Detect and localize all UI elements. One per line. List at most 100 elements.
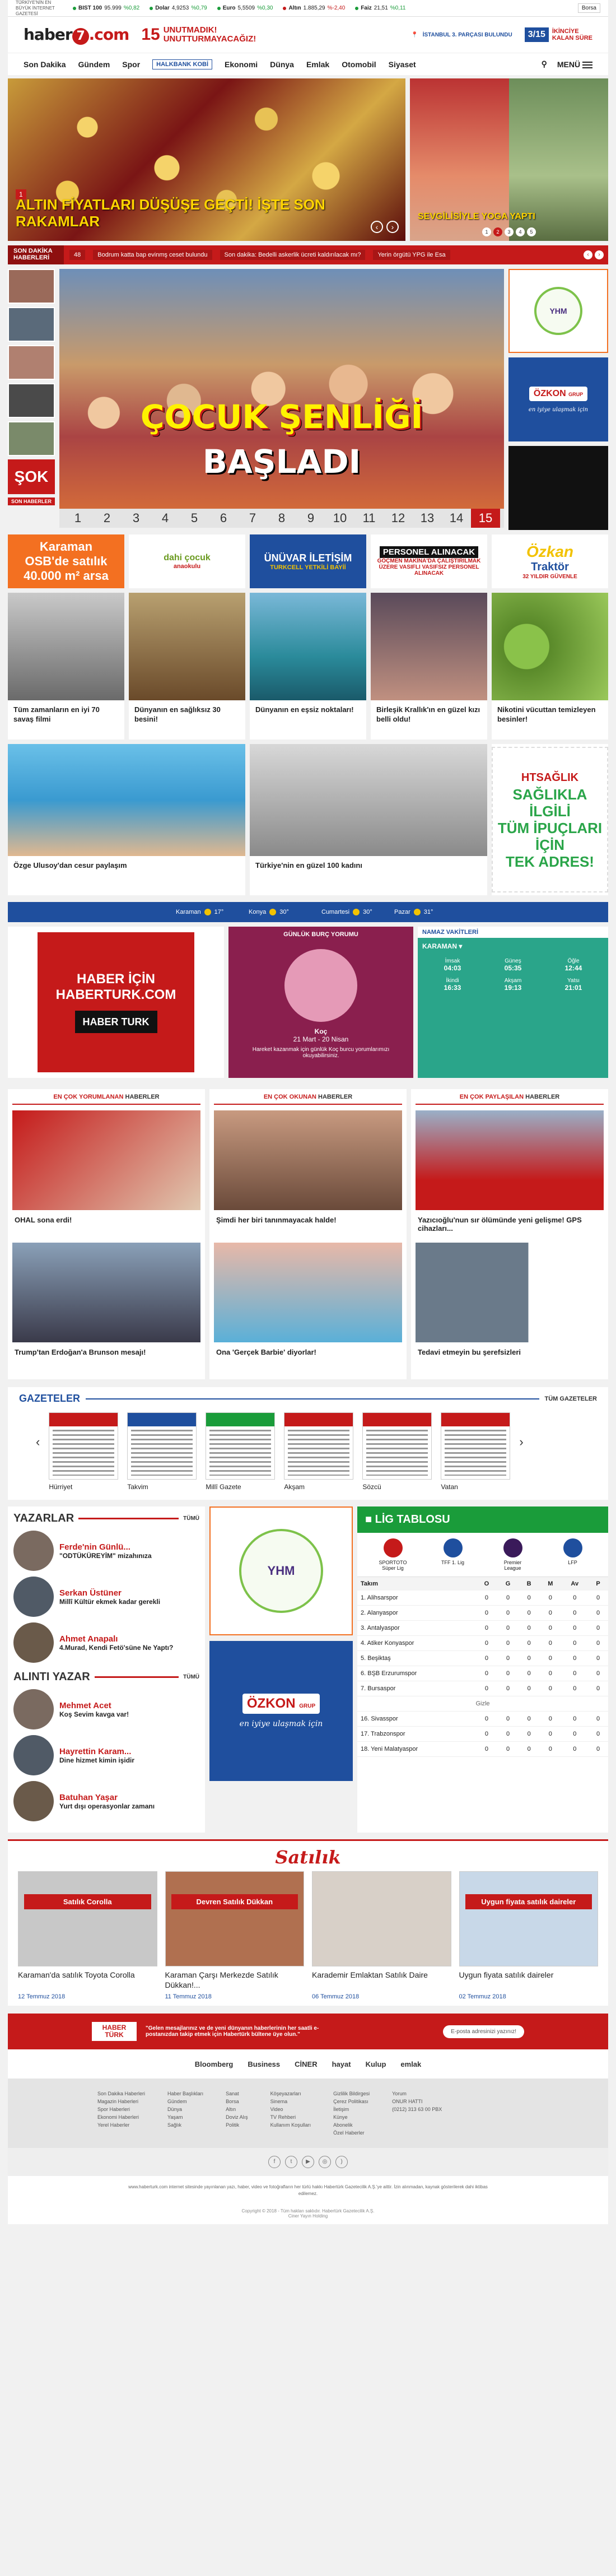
author-article-title[interactable]: "ODTÜKÜREYİM" mizahınıza [59, 1552, 152, 1560]
author-name[interactable]: Ferde'nin Günlü... [59, 1542, 152, 1552]
market-bist[interactable]: BIST 100 95.999 %0,82 [73, 5, 139, 11]
youtube-icon[interactable]: ▶ [302, 2156, 314, 2168]
table-row[interactable]: 2. Alanyaspor 0 0 0 0 0 0 [357, 1605, 608, 1621]
hero-side-slide[interactable]: SEVGİLİSİYLE YOGA YAPTI 1 2 3 4 5 [410, 78, 608, 241]
footer-link[interactable]: Abonelik [333, 2121, 370, 2129]
newspaper-name[interactable]: Millî Gazete [206, 1483, 275, 1491]
for-sale-title[interactable]: Karaman Çarşı Merkezde Satılık Dükkan!..… [165, 1970, 305, 1991]
headline-page[interactable]: 14 [442, 511, 471, 526]
partner-logo[interactable]: emlak [400, 2060, 421, 2068]
footer-link[interactable]: Köşeyazarları [270, 2090, 311, 2098]
dahi-cocuk-ad[interactable]: dahi çocuk anaokulu [129, 534, 245, 588]
footer-link[interactable]: Haber Başlıkları [167, 2090, 203, 2098]
newspaper-item[interactable]: Takvim [127, 1412, 197, 1491]
sok-badge[interactable]: ŞOK [8, 459, 55, 494]
news-title[interactable]: Tüm zamanların en iyi 70 savaş filmi [8, 700, 124, 740]
headline-page[interactable]: 8 [267, 511, 296, 526]
news-title[interactable]: OHAL sona erdi! [12, 1210, 200, 1243]
ozkon-ad[interactable]: ÖZKON GRUP en iyiye ulaşmak için [508, 357, 608, 441]
borsa-dropdown[interactable]: Borsa [577, 3, 600, 13]
league-tab[interactable]: TFF 1. Lig [436, 1538, 470, 1571]
table-row[interactable]: 6. BŞB Erzurumspor 0 0 0 0 0 0 [357, 1666, 608, 1681]
table-row[interactable]: 4. Atiker Konyaspor 0 0 0 0 0 0 [357, 1635, 608, 1651]
prayer-city-select[interactable]: KARAMAN ▾ [418, 938, 608, 955]
black-ad[interactable] [508, 446, 608, 530]
for-sale-title[interactable]: Karademir Emlaktan Satılık Daire [312, 1970, 451, 1991]
most-item[interactable]: Trump'tan Erdoğan'a Brunson mesajı! [12, 1243, 200, 1375]
nav-ekonomi[interactable]: Ekonomi [225, 60, 258, 69]
nav-gundem[interactable]: Gündem [78, 60, 110, 69]
for-sale-card[interactable]: Satılık Corolla Karaman'da satılık Toyota… [18, 1871, 157, 2000]
news-title[interactable]: Dünyanın en eşsiz noktaları! [250, 700, 366, 740]
partner-logo[interactable]: Kulup [366, 2060, 386, 2068]
breaking-item[interactable]: 48 [69, 250, 86, 260]
author-name[interactable]: Serkan Üstüner [59, 1588, 160, 1598]
news-title[interactable]: Özge Ulusoy'dan cesur paylaşım [8, 856, 245, 895]
footer-link[interactable]: Sanat [226, 2090, 248, 2098]
headline-page[interactable]: 11 [354, 511, 384, 526]
author-name[interactable]: Hayrettin Karam... [59, 1747, 134, 1756]
news-title[interactable]: Şimdi her biri tanınmayacak halde! [214, 1210, 402, 1243]
footer-link[interactable]: TV Rehberi [270, 2113, 311, 2121]
saglik-ad[interactable]: HTSAĞLIK SAĞLIKLA İLGİLİ TÜM İPUÇLARI İÇİN… [492, 744, 608, 895]
slide-dot[interactable]: 1 [482, 227, 491, 236]
news-card[interactable]: Nikotini vücuttan temizleyen besinler! [492, 593, 608, 740]
hero-caption[interactable]: ALTIN FİYATLARI DÜŞÜŞE GEÇTİ! İŞTE SON R… [16, 196, 352, 230]
news-card[interactable]: Birleşik Krallık'ın en güzel kızı belli … [371, 593, 487, 740]
newspaper-item[interactable]: Vatan [441, 1412, 511, 1491]
footer-link[interactable]: Çerez Politikası [333, 2098, 370, 2105]
thumb[interactable] [8, 345, 55, 380]
weather-item[interactable]: Karaman 17° [176, 909, 249, 915]
for-sale-title[interactable]: Uygun fiyata satılık daireler [459, 1970, 599, 1991]
table-row[interactable]: 3. Antalyaspor 0 0 0 0 0 0 [357, 1620, 608, 1636]
ozkon-ad[interactable]: ÖZKON GRUP en iyiye ulaşmak için [209, 1641, 353, 1781]
slide-dot[interactable]: 3 [505, 227, 514, 236]
news-title[interactable]: Birleşik Krallık'ın en güzel kızı belli … [371, 700, 487, 740]
hero-side-caption[interactable]: SEVGİLİSİYLE YOGA YAPTI [418, 212, 535, 222]
table-row[interactable]: 17. Trabzonspor 0 0 0 0 0 0 [357, 1726, 608, 1742]
authors-all-link[interactable]: TÜMÜ [183, 1515, 199, 1522]
headline-page[interactable]: 4 [151, 511, 180, 526]
footer-link[interactable]: Spor Haberleri [97, 2105, 145, 2113]
headline-page[interactable]: 9 [296, 511, 325, 526]
next-icon[interactable]: › [595, 250, 604, 259]
headline-page[interactable]: 2 [92, 511, 122, 526]
footer-link[interactable]: Son Dakika Haberleri [97, 2090, 145, 2098]
most-item[interactable]: Yazıcıoğlu'nun sır ölümünde yeni gelişme… [416, 1110, 604, 1243]
weather-item[interactable]: Pazar 31° [394, 909, 467, 915]
table-row[interactable]: 7. Bursaspor 0 0 0 0 0 0 [357, 1681, 608, 1696]
partner-logo[interactable]: CİNER [295, 2060, 317, 2068]
author-article-title[interactable]: 4.Murad, Kendi Fetö'süne Ne Yaptı? [59, 1644, 173, 1652]
author-article-title[interactable]: Yurt dışı operasyonlar zamanı [59, 1802, 155, 1810]
partner-logo[interactable]: Bloomberg [195, 2060, 234, 2068]
author-name[interactable]: Mehmet Acet [59, 1701, 129, 1710]
headline-page[interactable]: 1 [63, 511, 92, 526]
son-haberler-badge[interactable]: SON HABERLER [8, 497, 55, 505]
15-temmuz-banner[interactable]: 15 UNUTMADIK! UNUTTURMAYACAĞIZ! [141, 26, 256, 44]
most-item[interactable]: Şimdi her biri tanınmayacak halde! [214, 1110, 402, 1243]
search-icon[interactable]: ⚲ [542, 59, 547, 69]
headline-main[interactable]: ÇOCUK ŞENLİĞİ BAŞLADI 1 2 3 4 5 6 7 8 9 10 11 12 13 1… [59, 269, 504, 530]
hero-main-slide[interactable]: 1 ALTIN FİYATLARI DÜŞÜŞE GEÇTİ! İŞTE SON… [8, 78, 405, 241]
newspaper-name[interactable]: Sözcü [362, 1483, 432, 1491]
footer-link[interactable]: Yaşam [167, 2113, 203, 2121]
karaman-osb-ad[interactable]: Karaman OSB'de satılık 40.000 m² arsa [8, 534, 124, 588]
footer-link[interactable]: Dünya [167, 2105, 203, 2113]
footer-link[interactable]: ONUR HATTI [392, 2098, 442, 2105]
table-row[interactable]: 18. Yeni Malatyaspor 0 0 0 0 0 0 [357, 1741, 608, 1757]
author-article-title[interactable]: Millî Kültür ekmek kadar gerekli [59, 1598, 160, 1606]
author-item[interactable]: Batuhan Yaşar Yurt dışı operasyonlar zama… [13, 1781, 199, 1821]
author-item[interactable]: Mehmet Acet Koş Sevim kavga var! [13, 1689, 199, 1729]
newspaper-name[interactable]: Akşam [284, 1483, 353, 1491]
countdown[interactable]: 3/15 İKİNCİYE KALAN SÜRE [524, 27, 592, 42]
footer-link[interactable]: Sağlık [167, 2121, 203, 2129]
headline-page[interactable]: 6 [209, 511, 238, 526]
most-item[interactable]: OHAL sona erdi! [12, 1110, 200, 1243]
for-sale-card[interactable]: Devren Satılık Dükkan Karaman Çarşı Merke… [165, 1871, 305, 2000]
news-title[interactable]: Trump'tan Erdoğan'a Brunson mesajı! [12, 1342, 200, 1375]
twitter-icon[interactable]: t [285, 2156, 297, 2168]
ymh-ad[interactable]: YHM [209, 1506, 353, 1635]
thumb[interactable] [8, 421, 55, 456]
newspaper-item[interactable]: Hürriyet [49, 1412, 119, 1491]
league-tab[interactable]: LFP [556, 1538, 590, 1571]
